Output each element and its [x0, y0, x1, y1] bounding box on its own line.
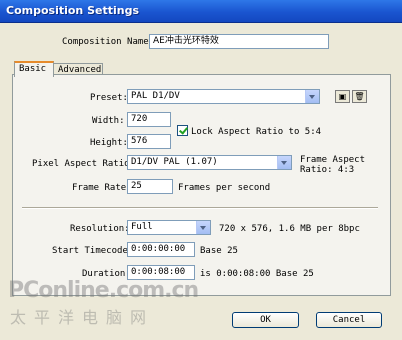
chevron-down-icon — [277, 156, 291, 169]
ok-button[interactable]: OK — [232, 312, 299, 328]
width-label: Width: — [92, 116, 125, 126]
title-bar[interactable]: Composition Settings — [0, 0, 402, 23]
start-timecode-label: Start Timecode: — [52, 246, 134, 256]
pixel-aspect-select[interactable]: D1/DV PAL (1.07) — [127, 155, 292, 170]
lock-aspect-label: Lock Aspect Ratio to 5:4 — [191, 127, 322, 137]
save-preset-icon[interactable]: ▣ — [335, 90, 350, 103]
resolution-value: Full — [131, 222, 153, 232]
composition-name-label: Composition Name: — [62, 37, 155, 47]
frame-rate-label: Frame Rate: — [72, 183, 132, 193]
preset-label: Preset: — [90, 93, 128, 103]
duration-info: is 0:00:08:00 Base 25 — [200, 269, 314, 279]
width-input[interactable]: 720 — [127, 112, 171, 127]
resolution-label: Resolution: — [70, 224, 130, 234]
frame-aspect-line1: Frame Aspect — [300, 155, 366, 165]
window-title: Composition Settings — [6, 4, 140, 17]
tab-basic[interactable]: Basic — [14, 61, 54, 77]
cancel-button[interactable]: Cancel — [316, 312, 382, 328]
start-timecode-base: Base 25 — [200, 246, 238, 256]
delete-preset-icon[interactable]: 🗑 — [352, 90, 367, 103]
pixel-aspect-label: Pixel Aspect Ratio: — [32, 159, 135, 169]
frame-rate-unit: Frames per second — [178, 183, 271, 193]
lock-aspect-checkbox[interactable] — [177, 125, 188, 136]
height-label: Height: — [90, 138, 128, 148]
frame-rate-input[interactable]: 25 — [127, 179, 173, 194]
chevron-down-icon — [196, 221, 210, 234]
watermark-logo: PConline.com.cn — [8, 278, 199, 303]
pixel-aspect-value: D1/DV PAL (1.07) — [131, 157, 218, 167]
resolution-info: 720 x 576, 1.6 MB per 8bpc — [219, 224, 360, 234]
composition-name-input[interactable]: AE冲击光环特效 — [149, 34, 329, 49]
preset-select[interactable]: PAL D1/DV — [127, 89, 320, 104]
resolution-select[interactable]: Full — [127, 220, 211, 235]
frame-aspect-line2: Ratio: 4:3 — [300, 165, 355, 175]
section-divider — [22, 207, 378, 209]
chevron-down-icon — [305, 90, 319, 103]
watermark-logo-cn: 太平洋电脑网 — [10, 308, 155, 327]
preset-value: PAL D1/DV — [131, 91, 180, 101]
height-input[interactable]: 576 — [127, 134, 171, 149]
start-timecode-input[interactable]: 0:00:00:00 — [127, 242, 195, 257]
